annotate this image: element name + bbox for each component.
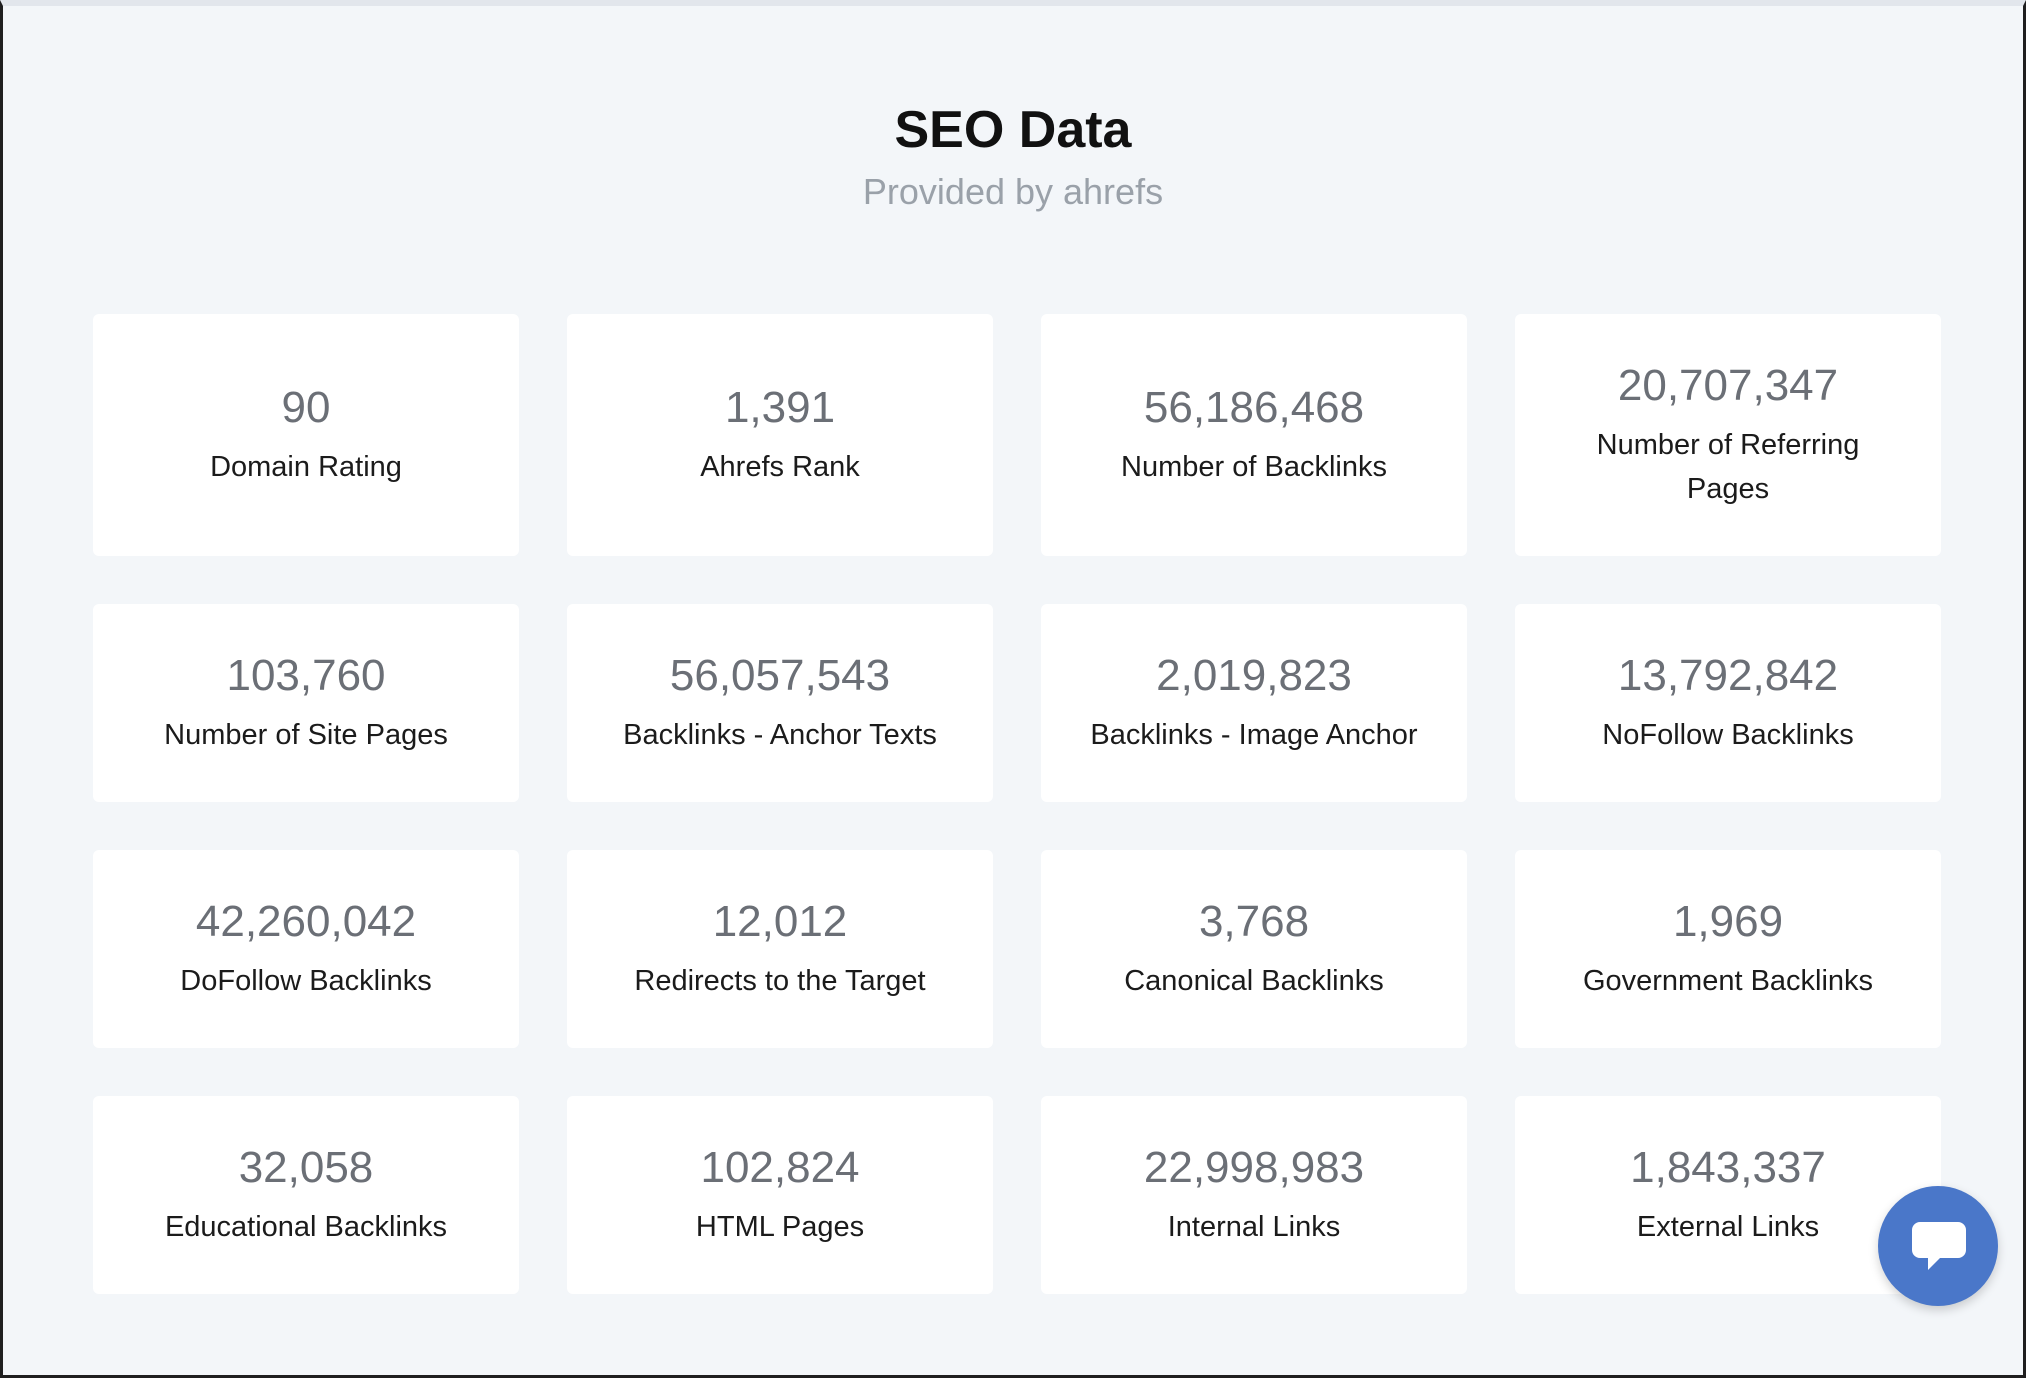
metric-card-educational: 32,058 Educational Backlinks [93, 1096, 519, 1294]
metric-card-redirects: 12,012 Redirects to the Target [567, 850, 993, 1048]
metric-value: 103,760 [226, 651, 386, 700]
metric-label: Canonical Backlinks [1124, 965, 1384, 997]
metric-value: 1,391 [724, 383, 836, 432]
section-subtitle: Provided by ahrefs [862, 171, 1164, 212]
metric-card-dofollow: 42,260,042 DoFollow Backlinks [93, 850, 519, 1048]
metric-value: 32,058 [238, 1143, 374, 1192]
page-frame: SEO Data Provided by ahrefs 90 Domain Ra… [0, 0, 2026, 1378]
metric-label: Government Backlinks [1582, 965, 1874, 997]
metric-card-internal-links: 22,998,983 Internal Links [1041, 1096, 1467, 1294]
metric-card-canonical: 3,768 Canonical Backlinks [1041, 850, 1467, 1048]
metric-value: 1,969 [1672, 897, 1784, 946]
metric-card-backlinks: 56,186,468 Number of Backlinks [1041, 314, 1467, 556]
metric-card-referring-pages: 20,707,347 Number of Referring Pages [1515, 314, 1941, 556]
section-title: SEO Data [894, 101, 1132, 159]
metric-card-domain-rating: 90 Domain Rating [93, 314, 519, 556]
metric-label: Backlinks - Image Anchor [1090, 719, 1418, 751]
metric-card-ahrefs-rank: 1,391 Ahrefs Rank [567, 314, 993, 556]
chat-bubble-icon [1912, 1222, 1966, 1270]
metric-label: Internal Links [1167, 1211, 1341, 1243]
metric-value: 20,707,347 [1617, 361, 1839, 410]
metric-label: Backlinks - Anchor Texts [623, 719, 937, 751]
metric-value: 3,768 [1198, 897, 1310, 946]
metric-label: Redirects to the Target [634, 965, 926, 997]
metric-card-government: 1,969 Government Backlinks [1515, 850, 1941, 1048]
metric-value: 102,824 [700, 1143, 860, 1192]
metric-value: 12,012 [712, 897, 848, 946]
metric-value: 2,019,823 [1156, 651, 1352, 700]
metric-value: 90 [281, 383, 331, 432]
metric-label: DoFollow Backlinks [180, 965, 432, 997]
metric-label: Number of Backlinks [1121, 451, 1387, 483]
metric-label: Ahrefs Rank [700, 451, 860, 483]
metric-label: NoFollow Backlinks [1602, 719, 1854, 751]
chat-widget-button[interactable] [1878, 1186, 1998, 1306]
metric-value: 56,057,543 [669, 651, 891, 700]
metric-value: 56,186,468 [1143, 383, 1365, 432]
metric-card-nofollow: 13,792,842 NoFollow Backlinks [1515, 604, 1941, 802]
metric-label: Number of Site Pages [164, 719, 448, 751]
metric-label: Number of Referring Pages [1596, 429, 1860, 505]
metric-label: Domain Rating [210, 451, 402, 483]
metric-value: 13,792,842 [1617, 651, 1839, 700]
metric-card-external-links: 1,843,337 External Links [1515, 1096, 1941, 1294]
metric-label: HTML Pages [695, 1211, 865, 1243]
metric-value: 22,998,983 [1143, 1143, 1365, 1192]
metric-card-anchor-texts: 56,057,543 Backlinks - Anchor Texts [567, 604, 993, 802]
metric-label: External Links [1636, 1211, 1820, 1243]
metric-card-html-pages: 102,824 HTML Pages [567, 1096, 993, 1294]
metric-card-site-pages: 103,760 Number of Site Pages [93, 604, 519, 802]
metric-label: Educational Backlinks [164, 1211, 448, 1243]
metric-value: 1,843,337 [1630, 1143, 1826, 1192]
metric-value: 42,260,042 [195, 897, 417, 946]
section-header: SEO Data Provided by ahrefs [3, 98, 2023, 216]
metrics-grid: 90 Domain Rating 1,391 Ahrefs Rank 56,18… [93, 314, 1942, 1294]
metric-card-image-anchor: 2,019,823 Backlinks - Image Anchor [1041, 604, 1467, 802]
